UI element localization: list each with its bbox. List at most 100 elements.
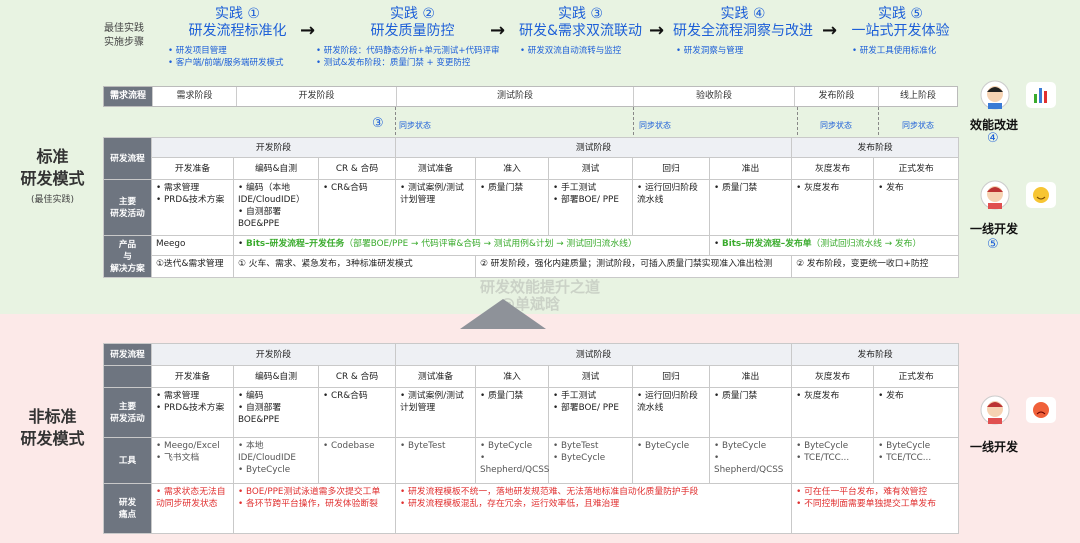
sync-line [633,107,634,135]
tool-cell: • Meego/Excel • 飞书文档 [151,437,234,484]
product-iteration: ①迭代&需求管理 [151,255,234,278]
step-4-title: 实践 ④ 研发全流程洞察与改进 [673,6,813,39]
happy-face-icon [1026,182,1056,208]
phase-test: 测试阶段 [394,137,793,158]
sync-line [395,107,396,135]
standard-flow-table: 研发流程 开发阶段 测试阶段 发布阶段 开发准备 编码&自测 CR & 合码 测… [103,137,960,278]
subphase: CR & 合码 [318,365,396,388]
phase-test: 测试阶段 [394,343,793,366]
activity-cell: • 质量门禁 [708,179,793,236]
subphase: 正式发布 [873,157,960,180]
step-2-title: 实践 ② 研发质量防控 [370,6,455,39]
activity-cell: • 需求管理 • PRD&技术方案 [151,179,234,236]
activity-cell: • 测试案例/测试计划管理 [395,179,476,236]
blank-header [103,365,152,388]
tool-cell: • ByteTest • ByteCycle [548,437,633,484]
subphase: CR & 合码 [318,157,396,180]
product-meego: Meego [151,235,234,256]
product-header: 产品 与 解决方案 [103,235,152,278]
developer-avatar-icon [980,180,1010,210]
tool-cell: • ByteTest [395,437,476,484]
demand-stage: 测试阶段 [396,87,633,106]
sync-label: 同步状态 [902,121,934,130]
sync-label: 同步状态 [639,121,671,130]
activity-cell: • 质量门禁 [475,387,549,438]
subphase: 测试 [548,365,633,388]
activity-cell: • 质量门禁 [708,387,793,438]
activity-cell: • 需求管理 • PRD&技术方案 [151,387,234,438]
activity-cell: • 运行回归阶段流水线 [632,387,710,438]
step-3-bullets: • 研发双流自动流转与监控 [520,46,622,56]
activity-cell: • 编码 • 自测部署BOE&PPE [233,387,319,438]
product-dev-task: • Bits–研发流程–开发任务（部署BOE/PPE → 代码评审&合码 → 测… [233,235,710,256]
tool-cell: • Codebase [318,437,396,484]
subphase: 回归 [632,365,710,388]
subphase: 测试 [548,157,633,180]
activity-cell: • CR&合码 [318,387,396,438]
arrow-right-icon: → [822,20,838,41]
flow-header: 研发流程 [103,343,152,366]
tools-header: 工具 [103,437,152,484]
activity-cell: • 手工测试 • 部署BOE/ PPE [548,179,633,236]
activity-cell: • 发布 [873,179,960,236]
circle-5-label: ⑤ [987,237,999,252]
tool-cell: • ByteCycle • TCE/TCC... [791,437,875,484]
sync-label: 同步状态 [399,121,431,130]
subphase: 正式发布 [873,365,960,388]
subphase: 编码&自测 [233,365,319,388]
tool-cell: • ByteCycle [632,437,710,484]
tool-cell: • ByteCycle • Shepherd/QCSS [708,437,793,484]
pain-release: • 可在任一平台发布，难有效管控 • 不同控制面需要单独提交工单发布 [791,483,960,534]
demand-flow-strip: 需求流程 需求阶段 开发阶段 测试阶段 验收阶段 发布阶段 线上阶段 [103,86,958,107]
pain-header: 研发 痛点 [103,483,152,534]
subphase: 准出 [708,157,793,180]
subphase: 灰度发布 [791,157,875,180]
developer-avatar-icon [980,80,1010,110]
developer-avatar-icon [980,395,1010,425]
activity-cell: • 编码（本地IDE/CloudIDE） • 自测部署BOE&PPE [233,179,319,236]
subphase: 准出 [708,365,793,388]
circle-4-label: ④ [987,131,999,146]
circle-3-label: ③ [372,116,384,131]
step-1-title: 实践 ① 研发流程标准化 [188,6,287,39]
tool-cell: • ByteCycle • Shepherd/QCSS [475,437,549,484]
activity-cell: • 发布 [873,387,960,438]
step-5-title: 实践 ⑤ 一站式开发体验 [851,6,950,39]
activity-cell: • 手工测试 • 部署BOE/ PPE [548,387,633,438]
sync-line [878,107,879,135]
pain-demand: • 需求状态无法自动同步研发状态 [151,483,234,534]
activity-cell: • 质量门禁 [475,179,549,236]
steps-label: 最佳实践 实施步骤 [104,23,144,48]
demand-stage: 开发阶段 [236,87,396,106]
product-release: • Bits–研发流程–发布单（测试回归流水线 → 发布） [709,235,960,256]
sync-label: 同步状态 [820,121,852,130]
phase-dev: 开发阶段 [151,137,396,158]
sync-line [797,107,798,135]
activity-cell: • 灰度发布 [791,387,875,438]
activity-cell: • 灰度发布 [791,179,875,236]
activity-cell: • CR&合码 [318,179,396,236]
up-arrow-icon [460,299,546,329]
phase-release: 发布阶段 [791,137,960,158]
pain-dev: • BOE/PPE测试泳道需多次提交工单 • 各环节跨平台操作，研发体验断裂 [233,483,396,534]
arrow-right-icon: → [300,20,316,41]
subphase: 开发准备 [151,157,234,180]
activities-header: 主要 研发活动 [103,179,152,236]
step-5-bullets: • 研发工具使用标准化 [852,46,937,56]
subphase: 测试准备 [395,157,476,180]
tool-cell: • 本地IDE/CloudIDE • ByteCycle [233,437,319,484]
arrow-right-icon: → [490,20,506,41]
step-2-bullets: • 研发阶段：代码静态分析+单元测试+代码评审 • 测试&发布阶段：质量门禁 + … [316,46,500,68]
product-release-control: ② 发布阶段，变更统一收口+防控 [791,255,960,278]
step-3-title: 实践 ③ 研发&需求双流联动 [519,6,642,39]
step-1-bullets: • 研发项目管理 • 客户端/前端/服务端研发模式 [168,46,284,68]
frontline-label: 一线开发 [969,440,1018,454]
subphase: 测试准备 [395,365,476,388]
demand-stage: 线上阶段 [878,87,957,106]
activity-cell: • 测试案例/测试计划管理 [395,387,476,438]
subphase: 准入 [475,157,549,180]
standard-mode-subtitle: (最佳实践) [30,195,75,205]
subphase: 回归 [632,157,710,180]
flow-header: 研发流程 [103,137,152,180]
demand-stage: 验收阶段 [633,87,794,106]
